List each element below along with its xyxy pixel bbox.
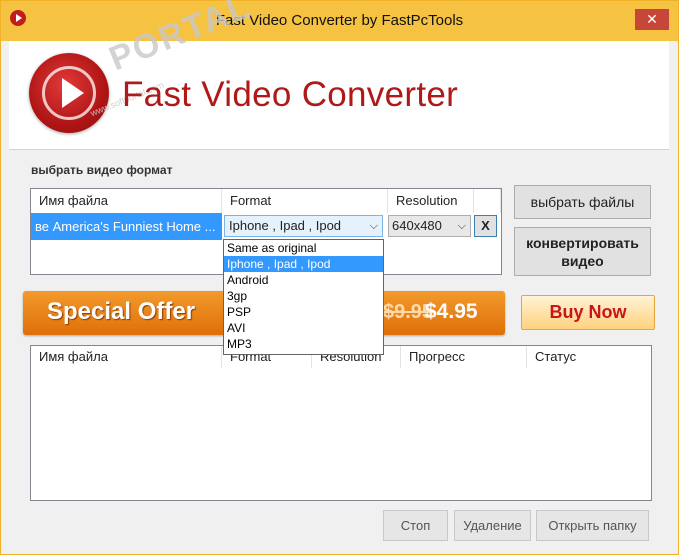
- chevron-down-icon: ⌵: [369, 220, 378, 232]
- column-header-format[interactable]: Format: [222, 189, 388, 213]
- resolution-select[interactable]: 640x480 ⌵: [388, 215, 471, 237]
- app-name-heading: Fast Video Converter: [122, 75, 459, 114]
- offer-text: Special Offer: [47, 298, 196, 325]
- buy-now-button[interactable]: Buy Now: [521, 295, 655, 330]
- column-header-resolution[interactable]: Resolution: [388, 189, 474, 213]
- queue-header-progress[interactable]: Прогресс: [401, 346, 527, 368]
- format-section-label: выбрать видео формат: [31, 163, 173, 177]
- format-select-value: Iphone , Ipad , Ipod: [229, 218, 342, 233]
- format-option[interactable]: Same as original: [224, 240, 383, 256]
- format-option-selected[interactable]: Iphone , Ipad , Ipod: [224, 256, 383, 272]
- format-option[interactable]: 3gp: [224, 288, 383, 304]
- column-header-filename[interactable]: Имя файла: [31, 189, 222, 213]
- convert-video-button[interactable]: конвертировать видео: [514, 227, 651, 276]
- header-banner: PORTAL www.softportal.com Fast Video Con…: [9, 0, 669, 149]
- conversion-queue-table[interactable]: Имя файла Format Resolution Прогресс Ста…: [30, 345, 652, 501]
- logo-icon: [29, 53, 109, 133]
- delete-button[interactable]: Удаление: [454, 510, 531, 541]
- resolution-select-value: 640x480: [392, 218, 442, 233]
- format-option[interactable]: MP3: [224, 336, 383, 352]
- filename-cell[interactable]: ве America's Funniest Home ...: [31, 213, 222, 240]
- format-option[interactable]: AVI: [224, 320, 383, 336]
- format-select[interactable]: Iphone , Ipad , Ipod ⌵: [224, 215, 383, 237]
- window-title: Fast Video Converter by FastPcTools: [215, 12, 464, 29]
- format-option[interactable]: PSP: [224, 304, 383, 320]
- title-bar[interactable]: Fast Video Converter by FastPcTools ✕: [1, 1, 678, 41]
- queue-header-status[interactable]: Статус: [527, 346, 651, 368]
- divider: [9, 149, 669, 150]
- app-window: Fast Video Converter by FastPcTools ✕ PO…: [0, 0, 679, 555]
- table-row[interactable]: ве America's Funniest Home ... Iphone , …: [31, 213, 501, 240]
- queue-header-filename[interactable]: Имя файла: [31, 346, 222, 368]
- choose-files-button[interactable]: выбрать файлы: [514, 185, 651, 219]
- remove-row-button[interactable]: X: [474, 215, 497, 237]
- stop-button[interactable]: Стоп: [383, 510, 448, 541]
- new-price: $4.95: [425, 300, 478, 323]
- chevron-down-icon: ⌵: [457, 220, 466, 232]
- column-header-remove: [474, 189, 501, 213]
- open-folder-button[interactable]: Открыть папку: [536, 510, 649, 541]
- close-button[interactable]: ✕: [635, 9, 669, 30]
- format-option[interactable]: Android: [224, 272, 383, 288]
- format-dropdown-list[interactable]: Same as original Iphone , Ipad , Ipod An…: [223, 239, 384, 355]
